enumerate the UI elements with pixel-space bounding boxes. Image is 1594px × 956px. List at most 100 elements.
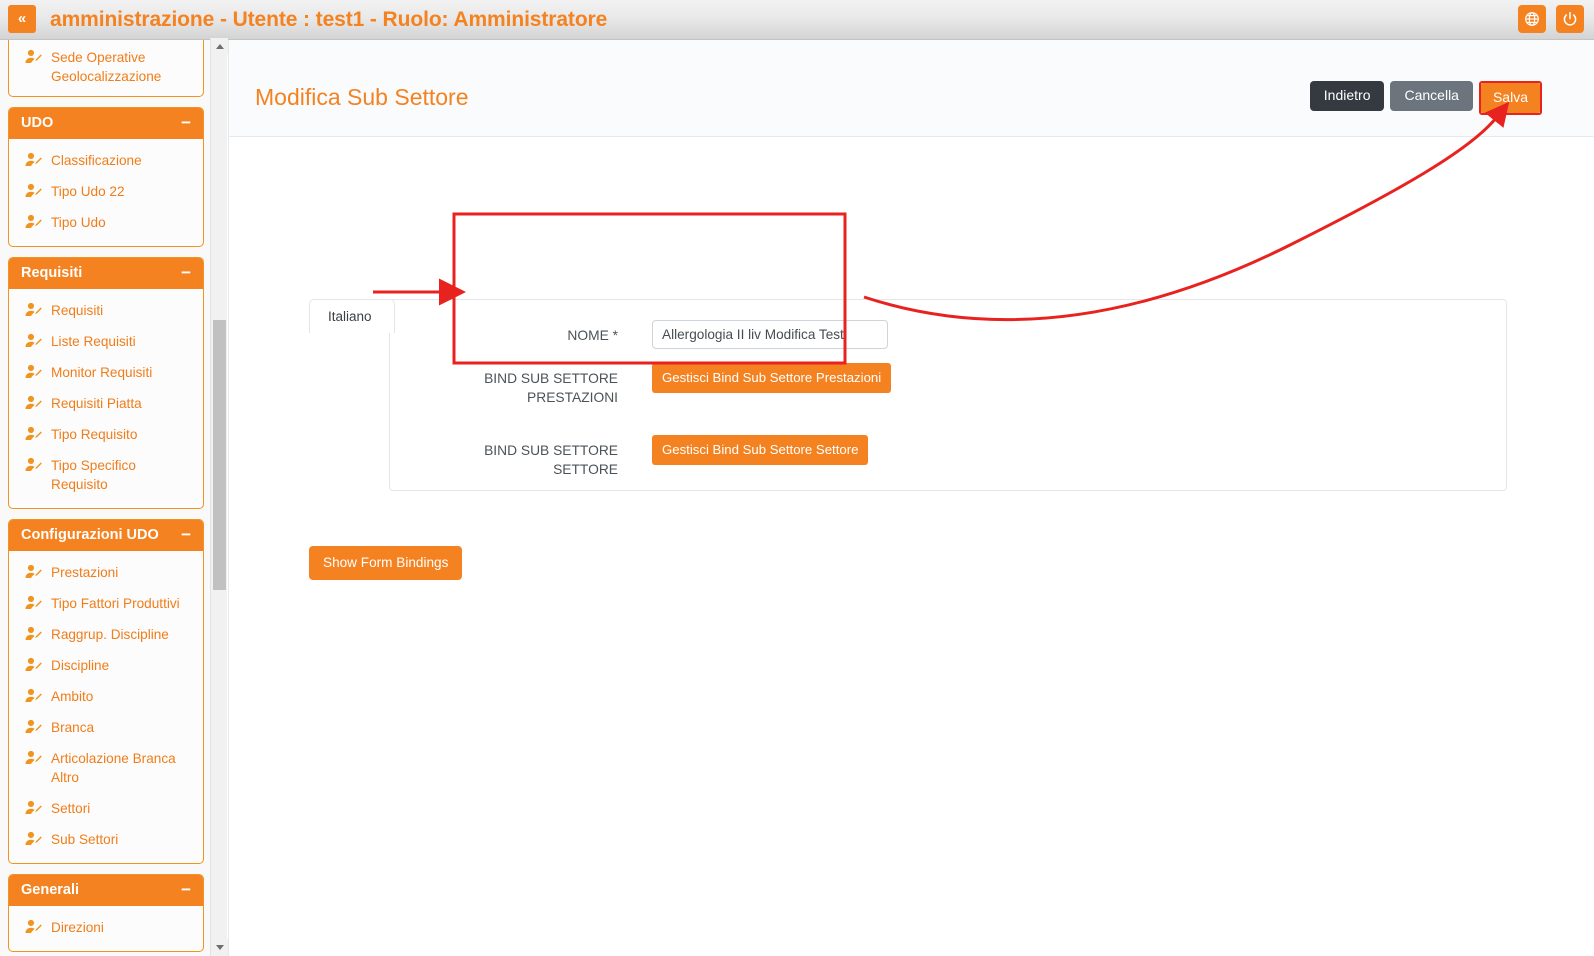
sidebar-item-tipo-specifico-requisito[interactable]: Tipo Specifico Requisito [9,450,203,500]
user-edit-icon [25,395,42,410]
sidebar-item-label: Tipo Requisito [51,425,137,444]
cancel-button[interactable]: Cancella [1390,81,1472,111]
sidebar-item-tipo-udo-22[interactable]: Tipo Udo 22 [9,176,203,207]
sidebar-item-tipo-udo[interactable]: Tipo Udo [9,207,203,238]
minus-icon[interactable]: − [181,118,191,128]
nome-input[interactable] [652,320,888,349]
globe-icon [1524,11,1540,27]
show-form-bindings-button[interactable]: Show Form Bindings [309,546,462,580]
language-tabs: Italiano [309,299,395,333]
form-fields-group: NOME * BIND SUB SETTORE PRESTAZIONI Gest… [450,320,891,479]
sidebar-collapse-button[interactable]: « [8,5,36,33]
minus-icon[interactable]: − [181,268,191,278]
sidebar-group-header[interactable]: Configurazioni UDO − [9,520,203,551]
bind-settore-label: BIND SUB SETTORE SETTORE [450,435,622,479]
sidebar-item-branca[interactable]: Branca [9,712,203,743]
scrollbar-thumb[interactable] [213,320,226,590]
user-edit-icon [25,333,42,348]
sidebar-item-articolazione-branca-altro[interactable]: Articolazione Branca Altro [9,743,203,793]
user-edit-icon [25,49,42,64]
language-globe-button[interactable] [1518,5,1546,33]
manage-bind-sub-settore-prestazioni-button[interactable]: Gestisci Bind Sub Settore Prestazioni [652,363,891,393]
sidebar-group-title: Configurazioni UDO [21,527,159,543]
sidebar-item-sub-settori[interactable]: Sub Settori [9,824,203,855]
user-edit-icon [25,426,42,441]
sidebar-item-label: Tipo Udo 22 [51,182,125,201]
sidebar-item-label: Classificazione [51,151,142,170]
back-button[interactable]: Indietro [1310,81,1385,111]
logout-power-button[interactable] [1556,5,1584,33]
sidebar-item-label: Requisiti [51,301,103,320]
user-edit-icon [25,564,42,579]
sidebar-item-tipo-fattori-produttivi[interactable]: Tipo Fattori Produttivi [9,588,203,619]
sidebar-item-label: Sub Settori [51,830,118,849]
sidebar-item-monitor-requisiti[interactable]: Monitor Requisiti [9,357,203,388]
sidebar-item-ambito[interactable]: Ambito [9,681,203,712]
page-title: Modifica Sub Settore [255,84,469,111]
sidebar-item-settori[interactable]: Settori [9,793,203,824]
sidebar-item-requisiti-piatta[interactable]: Requisiti Piatta [9,388,203,419]
sidebar-nav[interactable]: Sede Operative Geolocalizzazione UDO−Cla… [0,40,210,956]
sidebar-group-requisiti: Requisiti− Requisiti Liste Requisiti Monito… [8,257,204,509]
user-edit-icon [25,595,42,610]
sidebar-group-partial: Sede Operative Geolocalizzazione [8,40,204,97]
sidebar-item-sede-operative-geolocalizzazione[interactable]: Sede Operative Geolocalizzazione [9,42,203,92]
sidebar-groups: UDO− Classificazione Tipo Udo 22 Tipo Udo Re… [0,107,210,952]
sidebar-item-classificazione[interactable]: Classificazione [9,145,203,176]
bind-prestazioni-control: Gestisci Bind Sub Settore Prestazioni [652,363,891,393]
app-root: « amministrazione - Utente : test1 - Ruo… [0,0,1594,956]
sidebar-item-label: Discipline [51,656,109,675]
sidebar-group-items: Classificazione Tipo Udo 22 Tipo Udo [9,139,203,246]
minus-icon[interactable]: − [181,530,191,540]
field-row-bind-settore: BIND SUB SETTORE SETTORE Gestisci Bind S… [450,435,891,479]
sidebar-item-label: Ambito [51,687,93,706]
user-edit-icon [25,750,42,765]
sidebar-group-title: Generali [21,882,79,898]
top-bar: « amministrazione - Utente : test1 - Ruo… [0,0,1594,40]
sidebar-item-label: Requisiti Piatta [51,394,142,413]
sidebar-item-requisiti[interactable]: Requisiti [9,295,203,326]
scrollbar-up-arrow[interactable] [211,38,228,55]
user-edit-icon [25,302,42,317]
tab-italiano[interactable]: Italiano [309,299,395,333]
save-button[interactable]: Salva [1481,83,1540,113]
sidebar-group-header[interactable]: UDO− [9,108,203,139]
sidebar-item-liste-requisiti[interactable]: Liste Requisiti [9,326,203,357]
page-header-title: amministrazione - Utente : test1 - Ruolo… [50,8,607,32]
sidebar-group-header[interactable]: Requisiti− [9,258,203,289]
user-edit-icon [25,152,42,167]
scrollbar-down-arrow[interactable] [211,939,228,956]
top-bar-actions [1518,5,1584,33]
sidebar-group-header[interactable]: Generali − [9,875,203,906]
user-edit-icon [25,626,42,641]
user-edit-icon [25,919,42,934]
nome-label: NOME * [450,320,622,345]
sidebar-item-prestazioni[interactable]: Prestazioni [9,557,203,588]
user-edit-icon [25,457,42,472]
user-edit-icon [25,183,42,198]
sidebar-item-label: Sede Operative Geolocalizzazione [51,48,195,86]
sidebar-item-label: Liste Requisiti [51,332,136,351]
sidebar-item-label: Branca [51,718,94,737]
sidebar-item-label: Raggrup. Discipline [51,625,169,644]
sidebar-scrollbar[interactable] [210,38,227,956]
sidebar-item-tipo-requisito[interactable]: Tipo Requisito [9,419,203,450]
sidebar-group-configurazioni-udo: Configurazioni UDO − PrestazioniTipo Fatto… [8,519,204,864]
main-content: Modifica Sub Settore Indietro Cancella S… [228,40,1594,956]
sidebar-group-generali: Generali − Direzioni [8,874,204,952]
page-action-buttons: Indietro Cancella Salva [1310,81,1542,115]
sidebar-group-items: Direzioni [9,906,203,951]
sidebar-item-discipline[interactable]: Discipline [9,650,203,681]
sidebar-item-direzioni[interactable]: Direzioni [9,912,203,943]
user-edit-icon [25,831,42,846]
manage-bind-sub-settore-settore-button[interactable]: Gestisci Bind Sub Settore Settore [652,435,868,465]
minus-icon[interactable]: − [181,885,191,895]
field-row-bind-prestazioni: BIND SUB SETTORE PRESTAZIONI Gestisci Bi… [450,363,891,407]
page-header: Modifica Sub Settore Indietro Cancella S… [229,40,1594,137]
user-edit-icon [25,800,42,815]
user-edit-icon [25,214,42,229]
sidebar-item-raggrup-discipline[interactable]: Raggrup. Discipline [9,619,203,650]
sidebar-item-label: Tipo Udo [51,213,106,232]
user-edit-icon [25,364,42,379]
bind-prestazioni-label: BIND SUB SETTORE PRESTAZIONI [450,363,622,407]
